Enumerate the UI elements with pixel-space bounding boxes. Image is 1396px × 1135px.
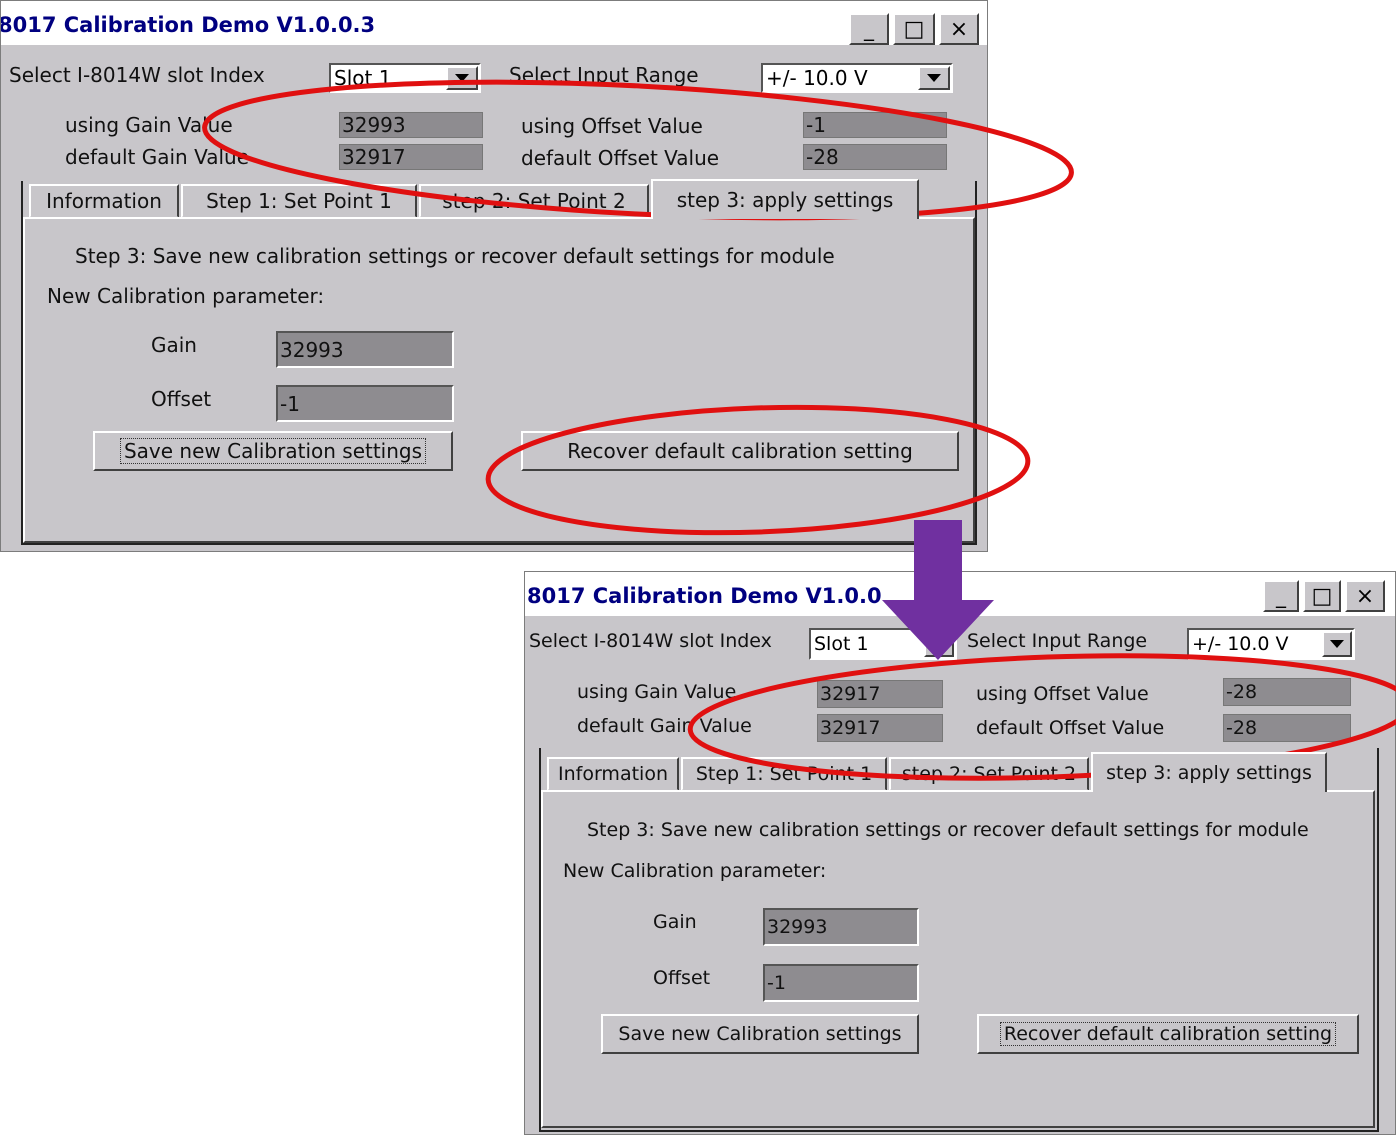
- default-gain-label: default Gain Value: [65, 145, 249, 169]
- input-range-label: Select Input Range: [967, 630, 1148, 652]
- using-gain-value: 32917: [817, 680, 943, 708]
- slot-index-label: Select I-8014W slot Index: [529, 630, 772, 652]
- slot-index-select[interactable]: Slot 1: [809, 628, 957, 660]
- using-offset-value: -28: [1223, 678, 1351, 706]
- maximize-button[interactable]: □: [1303, 580, 1341, 612]
- window-frame: [21, 181, 977, 545]
- tab-step-3[interactable]: step 3: apply settings: [1091, 752, 1327, 792]
- tab-step-3[interactable]: step 3: apply settings: [651, 179, 919, 219]
- minimize-button[interactable]: _: [849, 13, 889, 45]
- default-offset-value: -28: [1223, 714, 1351, 742]
- maximize-button[interactable]: □: [893, 13, 935, 45]
- using-offset-label: using Offset Value: [521, 114, 703, 138]
- input-range-select[interactable]: +/- 10.0 V: [1187, 628, 1355, 660]
- bottom-window-title: 8017 Calibration Demo V1.0.0: [527, 584, 882, 608]
- using-gain-label: using Gain Value: [65, 113, 233, 137]
- slot-index-label: Select I-8014W slot Index: [9, 63, 265, 87]
- using-offset-label: using Offset Value: [976, 683, 1149, 705]
- input-range-select[interactable]: +/- 10.0 V: [761, 63, 953, 93]
- bottom-window: 8017 Calibration Demo V1.0.0 _ □ × Selec…: [524, 571, 1396, 1135]
- top-window-title: 8017 Calibration Demo V1.0.0.3: [0, 13, 376, 37]
- default-offset-value: -28: [803, 144, 947, 170]
- top-title-bar: 8017 Calibration Demo V1.0.0.3 _ □ ×: [1, 1, 987, 45]
- using-gain-label: using Gain Value: [577, 681, 737, 703]
- using-offset-value: -1: [803, 112, 947, 138]
- input-range-label: Select Input Range: [509, 63, 699, 87]
- using-gain-value: 32993: [339, 112, 483, 138]
- default-offset-label: default Offset Value: [521, 146, 720, 170]
- top-window: 8017 Calibration Demo V1.0.0.3 _ □ × Sel…: [0, 0, 988, 552]
- bottom-title-bar: 8017 Calibration Demo V1.0.0 _ □ ×: [525, 572, 1395, 616]
- chevron-down-icon[interactable]: [1322, 631, 1352, 657]
- input-range-value: +/- 10.0 V: [1192, 633, 1289, 655]
- slot-index-value: Slot 1: [334, 66, 392, 90]
- minimize-button[interactable]: _: [1263, 580, 1299, 612]
- slot-index-value: Slot 1: [814, 633, 869, 655]
- chevron-down-icon[interactable]: [918, 66, 950, 90]
- default-gain-value: 32917: [817, 714, 943, 742]
- window-frame: [539, 748, 1379, 1132]
- close-button[interactable]: ×: [1345, 580, 1385, 612]
- chevron-down-icon[interactable]: [924, 631, 954, 657]
- close-button[interactable]: ×: [939, 13, 979, 45]
- default-gain-value: 32917: [339, 144, 483, 170]
- default-offset-label: default Offset Value: [976, 717, 1165, 739]
- slot-index-select[interactable]: Slot 1: [329, 63, 481, 93]
- chevron-down-icon[interactable]: [446, 66, 478, 90]
- input-range-value: +/- 10.0 V: [766, 66, 868, 90]
- default-gain-label: default Gain Value: [577, 715, 752, 737]
